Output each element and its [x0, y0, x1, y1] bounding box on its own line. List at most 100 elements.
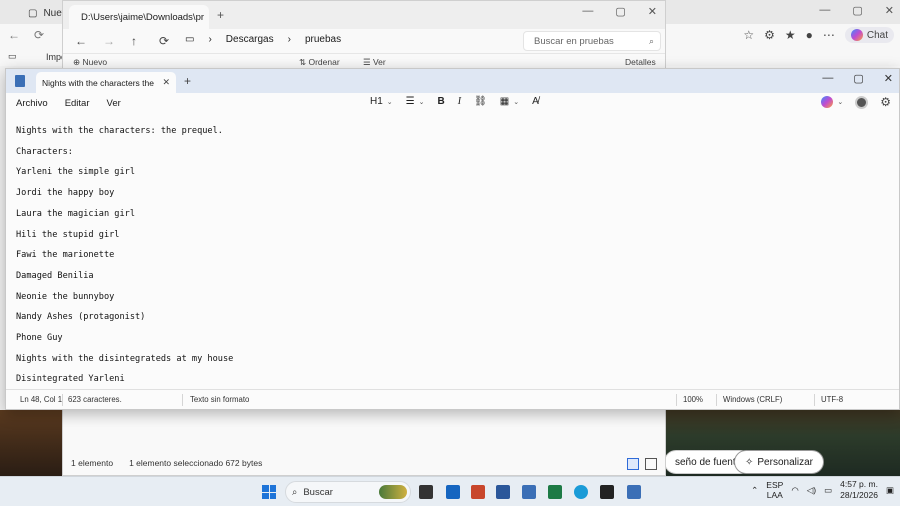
search-input[interactable]: Buscar en pruebas ⌕: [523, 31, 661, 51]
up-icon[interactable]: ↑: [131, 34, 137, 48]
personalize-label: Personalizar: [757, 456, 813, 468]
menu-view[interactable]: Ver: [99, 98, 129, 109]
start-button[interactable]: [262, 485, 276, 499]
chevron-up-icon[interactable]: ⌃: [751, 485, 758, 496]
view-button[interactable]: ☰ Ver: [363, 57, 386, 68]
language-layout: LAA: [766, 490, 783, 500]
clear-formatting-icon[interactable]: A̸: [532, 96, 539, 107]
maximize-icon[interactable]: ▢: [852, 4, 862, 17]
details-button[interactable]: Detalles: [625, 57, 656, 67]
copilot-icon: [850, 29, 863, 41]
close-icon[interactable]: ✕: [648, 5, 657, 18]
editor-line: Yarleni the simple girl: [16, 167, 135, 178]
sort-label: Ordenar: [308, 57, 340, 67]
minimize-icon[interactable]: —: [582, 5, 593, 18]
taskbar: ⌕ Buscar ⌃ ESP LAA ◠ ◁) ▭ 4:57 p. m. 28/…: [0, 476, 900, 506]
table-icon[interactable]: ▦: [500, 96, 509, 107]
clock[interactable]: 4:57 p. m. 28/1/2026: [840, 479, 878, 501]
chevron-right-icon: ›: [287, 34, 291, 45]
edge-icon[interactable]: [574, 485, 588, 499]
refresh-icon[interactable]: ⟳: [159, 34, 169, 48]
profile-avatar-icon[interactable]: ●: [806, 28, 813, 42]
minimize-icon[interactable]: —: [822, 72, 833, 85]
explorer-address-bar: ← → ↑ ⟳ ▭ › Descargas › pruebas Buscar e…: [63, 29, 665, 53]
format-indicator[interactable]: Texto sin formato: [190, 395, 249, 404]
battery-icon[interactable]: ▭: [824, 485, 832, 496]
chat-label: Chat: [866, 29, 888, 41]
notepad-taskbar-icon[interactable]: [627, 485, 641, 499]
store-icon[interactable]: [446, 485, 460, 499]
maximize-icon[interactable]: ▢: [853, 72, 863, 85]
page-icon: ▢: [28, 7, 38, 19]
encoding[interactable]: UTF-8: [821, 395, 843, 404]
taskbar-search[interactable]: ⌕ Buscar: [285, 481, 411, 503]
favorites-icon[interactable]: ★: [785, 28, 796, 42]
monitor-icon[interactable]: ▭: [185, 34, 194, 45]
close-icon[interactable]: ✕: [884, 72, 893, 85]
zoom-level[interactable]: 100%: [683, 395, 703, 404]
search-icon: ⌕: [648, 35, 654, 46]
details-view-icon[interactable]: [627, 458, 639, 470]
explorer-window-controls: — ▢ ✕: [582, 5, 657, 18]
breadcrumb-item-downloads[interactable]: Descargas: [226, 34, 274, 45]
system-tray: ⌃ ESP LAA ◠ ◁) ▭ 4:57 p. m. 28/1/2026 ▣: [751, 479, 894, 501]
new-tab-icon[interactable]: +: [184, 74, 191, 88]
powerpoint-icon[interactable]: [471, 485, 485, 499]
notepad-window-controls: — ▢ ✕: [822, 72, 893, 85]
tiles-view-icon[interactable]: [645, 458, 657, 470]
new-button[interactable]: ⊕ Nuevo: [73, 57, 107, 68]
line-ending[interactable]: Windows (CRLF): [723, 395, 782, 404]
close-tab-icon[interactable]: ✕: [162, 77, 170, 88]
format-toolbar: H1 ⌄ ☰ ⌄ B I ⛓ ▦ ⌄ A̸: [370, 96, 539, 107]
explorer-tab[interactable]: D:\Users\jaime\Downloads\pr ✕: [69, 5, 209, 29]
breadcrumb-item-pruebas[interactable]: pruebas: [305, 34, 341, 45]
heading-dropdown[interactable]: H1: [370, 96, 383, 107]
language-indicator[interactable]: ESP LAA: [766, 480, 783, 500]
copilot-chat-button[interactable]: Chat: [844, 27, 894, 43]
text-editor[interactable]: Nights with the characters: the prequel.…: [6, 113, 899, 391]
minimize-icon[interactable]: —: [819, 4, 830, 17]
notepad-app-icon: [15, 75, 25, 87]
sort-button[interactable]: ⇅ Ordenar: [299, 57, 340, 68]
italic-icon[interactable]: I: [458, 96, 461, 107]
forward-icon[interactable]: →: [103, 34, 115, 48]
more-icon[interactable]: ⋯: [823, 28, 835, 42]
list-icon[interactable]: ☰: [406, 96, 415, 107]
chevron-down-icon[interactable]: ⌄: [837, 98, 843, 106]
link-icon[interactable]: ⛓: [474, 96, 487, 107]
volume-icon[interactable]: ◁): [807, 485, 816, 496]
notepad-statusbar: Ln 48, Col 1 623 caracteres. Texto sin f…: [6, 389, 899, 409]
editor-line: Characters:: [16, 146, 73, 157]
editor-line: Neonie the bunnyboy: [16, 291, 115, 302]
menu-file[interactable]: Archivo: [8, 98, 56, 109]
settings-gear-icon[interactable]: ⚙: [880, 95, 891, 109]
task-view-icon[interactable]: [419, 485, 433, 499]
back-icon[interactable]: ←: [8, 28, 20, 42]
bold-icon[interactable]: B: [438, 96, 445, 107]
account-avatar[interactable]: [855, 95, 869, 109]
excel-icon[interactable]: [548, 485, 562, 499]
chevron-right-icon: ›: [208, 34, 212, 45]
word-icon[interactable]: [496, 485, 510, 499]
favorite-star-icon[interactable]: ☆: [743, 28, 754, 42]
close-icon[interactable]: ✕: [885, 4, 894, 17]
refresh-icon[interactable]: ⟳: [34, 28, 44, 42]
item-count: 1 elemento: [71, 458, 114, 468]
file-explorer-icon[interactable]: [522, 485, 536, 499]
notepad-tab[interactable]: Nights with the characters the prequ ✕: [36, 72, 176, 93]
media-app-icon[interactable]: [600, 485, 614, 499]
new-tab-icon[interactable]: +: [217, 8, 224, 22]
personalize-button[interactable]: ✧ Personalizar: [734, 450, 824, 474]
copilot-icon[interactable]: [821, 96, 834, 108]
back-icon[interactable]: ←: [75, 34, 87, 48]
explorer-statusbar: 1 elemento 1 elemento seleccionado 672 b…: [63, 451, 665, 475]
folder-icon: ▭: [8, 51, 17, 61]
new-label: Nuevo: [82, 57, 108, 67]
maximize-icon[interactable]: ▢: [615, 5, 625, 18]
menu-edit[interactable]: Editar: [57, 98, 98, 109]
extensions-icon[interactable]: ⚙: [764, 28, 775, 42]
language-code: ESP: [766, 480, 784, 490]
breadcrumb: ▭ › Descargas › pruebas: [185, 34, 341, 45]
notifications-icon[interactable]: ▣: [886, 485, 894, 496]
wifi-icon[interactable]: ◠: [791, 485, 798, 496]
